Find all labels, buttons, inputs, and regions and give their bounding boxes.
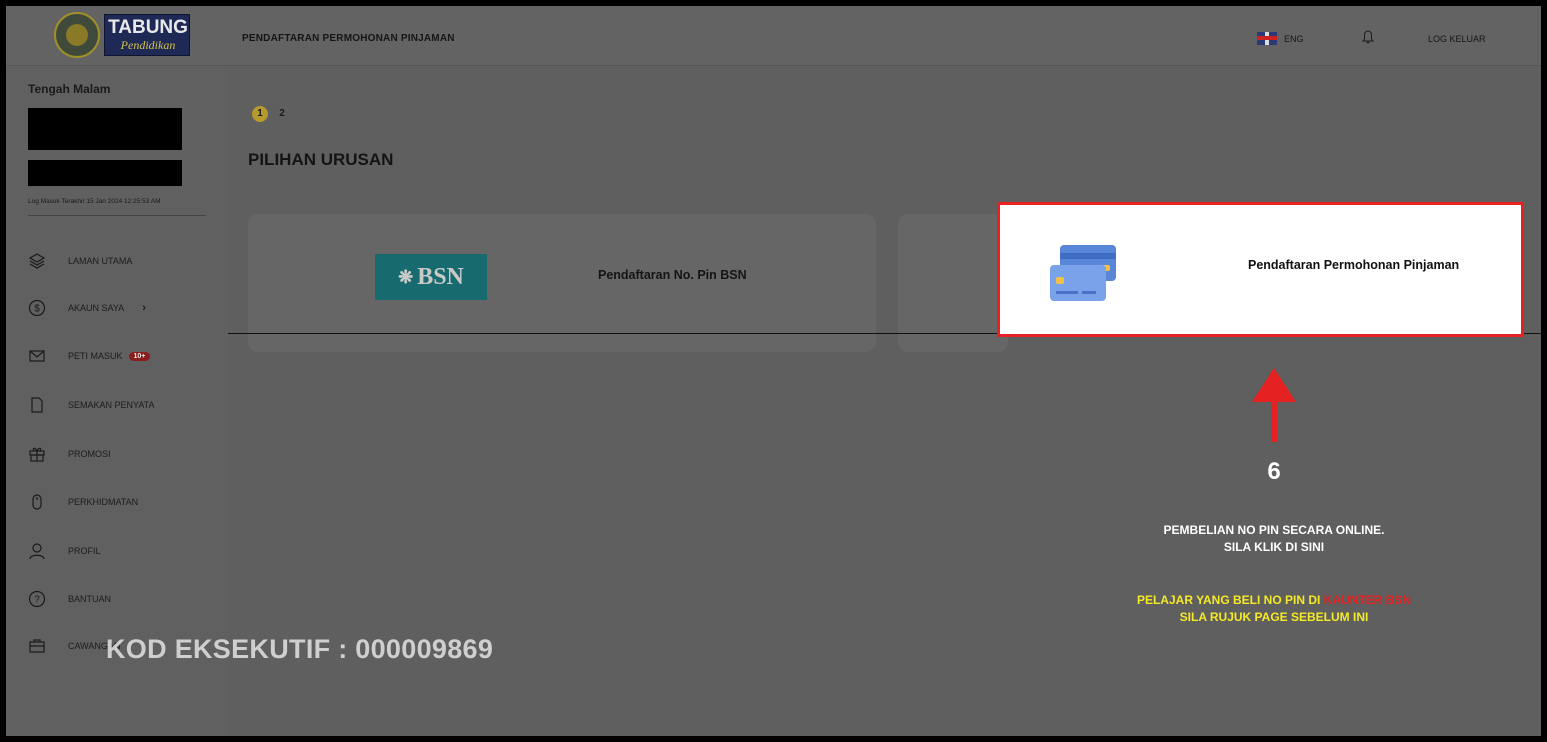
card-pendaftaran-pin-bsn[interactable]: ❋ BSN Pendaftaran No. Pin BSN [248,214,876,352]
app-frame: TABUNG Pendidikan PENDAFTARAN PERMOHONAN… [6,6,1541,736]
bsn-logo-text: BSN [417,263,464,290]
card-background [898,214,1008,352]
sidebar-item-bantuan[interactable]: ? BANTUAN [28,587,218,611]
bsn-tree-icon: ❋ [398,266,414,287]
annotation-note: PEMBELIAN NO PIN SECARA ONLINE. SILA KLI… [1068,522,1480,556]
greeting: Tengah Malam [28,82,111,96]
svg-text:?: ? [34,595,40,606]
sidebar-item-label: BANTUAN [68,594,112,604]
note-line-2: SILA KLIK DI SINI [1223,540,1325,554]
bsn-logo: ❋ BSN [375,254,487,300]
card-label: Pendaftaran No. Pin BSN [598,268,747,282]
sidebar-item-label: LAMAN UTAMA [68,256,133,266]
sidebar-item-semakan-penyata[interactable]: SEMAKAN PENYATA [28,393,218,417]
mouse-icon [32,494,42,510]
logo-wordmark: TABUNG Pendidikan [104,14,190,56]
dollar-circle-icon: $ [28,299,46,317]
sidebar-item-akaun-saya[interactable]: $ AKAUN SAYA › [28,296,218,320]
top-bar: TABUNG Pendidikan PENDAFTARAN PERMOHONAN… [6,6,1541,66]
redacted-id [28,160,182,186]
svg-text:$: $ [34,304,40,315]
logout-button[interactable]: LOG KELUAR [1428,34,1486,44]
warning-text: PELAJAR YANG BELI NO PIN DI [1136,593,1324,607]
sidebar-item-label: PROMOSI [68,449,111,459]
sidebar-item-peti-masuk[interactable]: PETI MASUK 10+ [28,344,218,368]
sidebar-item-label: PROFIL [68,546,101,556]
section-title: PILIHAN URUSAN [248,150,394,169]
sidebar-item-profil[interactable]: PROFIL [28,539,218,563]
user-icon [29,543,45,560]
gift-icon [29,447,45,462]
credit-card-icon [1050,245,1116,301]
uk-flag-icon[interactable] [1257,32,1277,45]
sidebar-item-promosi[interactable]: PROMOSI [28,442,218,466]
card-pendaftaran-permohonan-pinjaman[interactable]: Pendaftaran Permohonan Pinjaman [997,202,1524,337]
document-icon [31,397,43,413]
page-heading: PENDAFTARAN PERMOHONAN PINJAMAN [242,33,455,44]
bell-icon[interactable] [1362,30,1374,44]
language-toggle[interactable]: ENG [1284,34,1304,44]
sidebar-item-perkhidmatan[interactable]: PERKHIDMATAN [28,490,218,514]
tabung-pendidikan-logo[interactable]: TABUNG Pendidikan [54,10,194,62]
sidebar-item-label: SEMAKAN PENYATA [68,400,155,410]
annotation-step-number: 6 [1267,458,1281,485]
sidebar-item-label: PETI MASUK [68,351,123,361]
annotation-warning: PELAJAR YANG BELI NO PIN DI KAUNTER BSN … [1048,592,1500,626]
warning-line-2: SILA RUJUK PAGE SEBELUM INI [1179,610,1369,624]
arrow-shaft [1271,400,1277,442]
warning-highlight: KAUNTER BSN [1323,593,1412,607]
briefcase-icon [29,639,45,653]
logo-title: TABUNG [108,17,188,38]
sidebar-item-laman-utama[interactable]: LAMAN UTAMA [28,249,218,273]
layers-icon [28,253,46,269]
mail-icon [29,350,45,362]
chevron-right-icon: › [142,302,146,314]
logo-subtitle: Pendidikan [120,38,176,52]
note-line-1: PEMBELIAN NO PIN SECARA ONLINE. [1163,523,1385,537]
help-circle-icon: ? [28,590,46,608]
arrow-up-icon [1252,368,1296,402]
card-label: Pendaftaran Permohonan Pinjaman [1248,258,1460,272]
executive-code: KOD EKSEKUTIF : 000009869 [106,634,494,664]
sidebar-item-label: PERKHIDMATAN [68,497,139,507]
logo-seal-icon [54,12,100,58]
step-2[interactable]: 2 [274,106,290,122]
redacted-name [28,108,182,150]
last-login-text: Log Masuk Terakhir 15 Jan 2024 12:25:53 … [28,198,161,205]
unread-badge: 10+ [128,351,151,361]
sidebar-item-label: AKAUN SAYA [68,303,125,313]
sidebar-divider [28,215,206,216]
step-1[interactable]: 1 [252,106,268,122]
